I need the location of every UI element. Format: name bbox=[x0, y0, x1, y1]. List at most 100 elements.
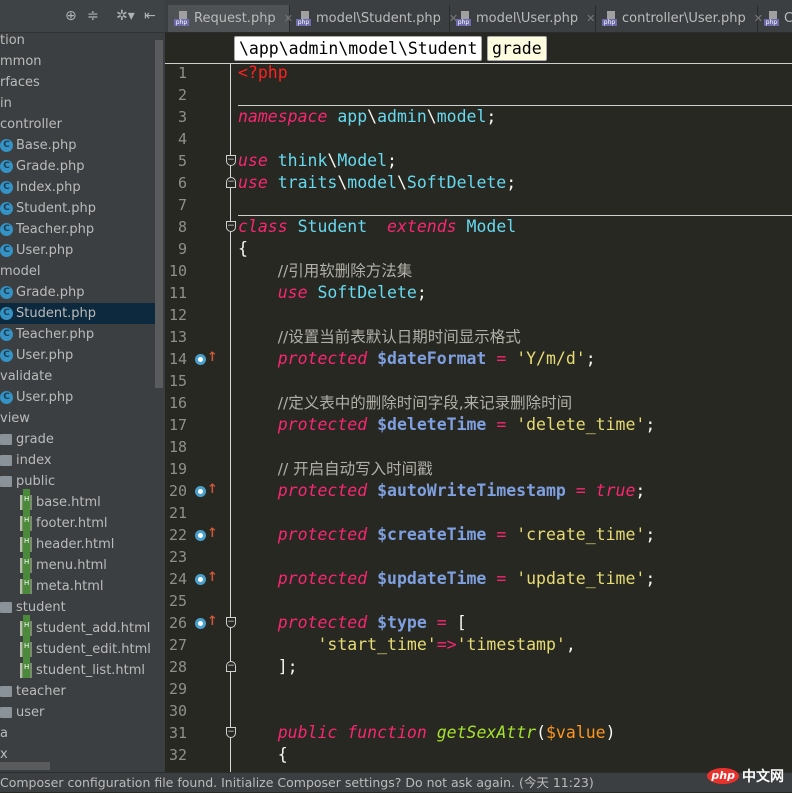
tab[interactable]: php C bbox=[758, 5, 792, 32]
tree-item[interactable]: controller bbox=[0, 114, 155, 135]
tab[interactable]: php model\User.php ✕ bbox=[450, 5, 596, 32]
tree-item[interactable]: validate bbox=[0, 366, 155, 387]
override-icon[interactable]: ↑ bbox=[195, 568, 218, 590]
sidebar-horizontal-scrollbar[interactable] bbox=[0, 762, 50, 770]
tree-item[interactable]: view bbox=[0, 408, 155, 429]
tree-item-label: Student.php bbox=[16, 201, 97, 216]
tree-item[interactable]: C Student.php bbox=[0, 198, 155, 219]
php-class-icon: C bbox=[0, 181, 13, 194]
php-file-icon: php bbox=[602, 11, 617, 26]
code-token: ; bbox=[585, 349, 596, 368]
fold-marker-icon[interactable]: − bbox=[226, 177, 236, 188]
tree-item[interactable]: meta.html bbox=[0, 573, 155, 597]
tree-item-label: Teacher.php bbox=[16, 327, 95, 342]
sidebar-scrollbar[interactable] bbox=[155, 40, 163, 388]
tree-item[interactable]: teacher bbox=[0, 681, 155, 702]
code-token: true bbox=[595, 481, 636, 500]
tree-item[interactable]: C Teacher.php bbox=[0, 324, 155, 345]
code-token: 'create_time' bbox=[516, 525, 646, 544]
tree-item[interactable]: tion bbox=[0, 30, 155, 51]
code-token: ( bbox=[536, 723, 546, 742]
override-icon[interactable]: ↑ bbox=[195, 524, 218, 546]
tree-item[interactable]: grade bbox=[0, 429, 155, 450]
close-icon[interactable]: ✕ bbox=[586, 12, 595, 25]
tree-item[interactable]: C Grade.php bbox=[0, 282, 155, 303]
tree-item-label: student_list.html bbox=[36, 663, 146, 678]
gear-icon[interactable]: ✲▾ bbox=[116, 8, 135, 24]
code-token: $autoWriteTimestamp bbox=[377, 481, 566, 500]
override-icon[interactable]: ↑ bbox=[195, 480, 218, 502]
tree-item[interactable]: in bbox=[0, 93, 155, 114]
tree-item-label: User.php bbox=[16, 348, 74, 363]
code-token: 'update_time' bbox=[516, 569, 646, 588]
tree-item[interactable]: C Index.php bbox=[0, 177, 155, 198]
line-number: 13 bbox=[168, 328, 187, 346]
fold-marker-icon[interactable]: − bbox=[226, 155, 236, 166]
line-number: 9 bbox=[177, 240, 187, 258]
fold-marker-icon[interactable]: − bbox=[226, 221, 236, 232]
tree-item[interactable]: C User.php bbox=[0, 387, 155, 408]
line-number: 2 bbox=[177, 86, 187, 104]
project-toolbar: ⊕ ≑ ✲▾ ⇤ bbox=[0, 0, 165, 33]
collapse-icon[interactable]: ≑ bbox=[87, 8, 99, 24]
code-token: protected bbox=[277, 613, 368, 632]
code-line: { bbox=[238, 238, 248, 260]
tab[interactable]: php controller\User.php ✕ bbox=[596, 5, 763, 32]
tree-item[interactable]: C Teacher.php bbox=[0, 219, 155, 240]
override-icon[interactable]: ↑ bbox=[195, 612, 218, 634]
php-class-icon: C bbox=[0, 202, 13, 215]
code-token: $dateFormat bbox=[377, 349, 487, 368]
tree-item[interactable]: user bbox=[0, 702, 155, 723]
code-token: //定义表中的删除时间字段,来记录删除时间 bbox=[277, 394, 573, 412]
fold-marker-icon[interactable]: − bbox=[226, 617, 236, 628]
tree-item[interactable]: model bbox=[0, 261, 155, 282]
line-number: 3 bbox=[177, 108, 187, 126]
locate-icon[interactable]: ⊕ bbox=[65, 8, 77, 24]
tree-item[interactable]: C User.php bbox=[0, 345, 155, 366]
tree-item[interactable]: C Student.php bbox=[0, 303, 155, 324]
tree-item-label: footer.html bbox=[36, 516, 108, 531]
code-editor[interactable]: <?php namespace app\admin\model; use think… bbox=[238, 64, 792, 772]
tree-item[interactable]: C Base.php bbox=[0, 135, 155, 156]
fold-marker-icon[interactable]: − bbox=[226, 727, 236, 738]
tab[interactable]: php Request.php ✕ bbox=[168, 5, 293, 32]
line-number: 17 bbox=[168, 416, 187, 434]
tree-item-label: grade bbox=[16, 432, 54, 447]
code-line: protected $createTime = 'create_time'; bbox=[238, 524, 656, 546]
code-line: //引用软删除方法集 bbox=[238, 260, 412, 282]
html-file-icon bbox=[20, 510, 32, 531]
tree-item[interactable]: rfaces bbox=[0, 72, 155, 93]
code-token: => bbox=[436, 635, 457, 654]
tab-label: controller\User.php bbox=[622, 11, 746, 26]
status-message[interactable]: Composer configuration file found. Initi… bbox=[0, 775, 594, 790]
tree-item[interactable]: a bbox=[0, 723, 155, 744]
tree-item[interactable]: mmon bbox=[0, 51, 155, 72]
breadcrumb-member[interactable]: grade bbox=[487, 36, 547, 61]
code-token: <?php bbox=[238, 64, 288, 82]
tree-item-label: meta.html bbox=[36, 579, 104, 594]
tab[interactable]: php model\Student.php ✕ bbox=[290, 5, 458, 32]
hide-icon[interactable]: ⇤ bbox=[144, 8, 156, 24]
override-icon[interactable]: ↑ bbox=[195, 348, 218, 370]
line-number: 15 bbox=[168, 372, 187, 390]
tree-item[interactable]: index bbox=[0, 450, 155, 471]
fold-marker-icon[interactable]: − bbox=[226, 661, 236, 672]
tree-item[interactable]: C Grade.php bbox=[0, 156, 155, 177]
tree-item[interactable]: student_list.html bbox=[0, 657, 155, 681]
breadcrumb-class[interactable]: \app\admin\model\Student bbox=[234, 36, 483, 61]
html-file-icon bbox=[20, 489, 32, 510]
tree-item[interactable]: C User.php bbox=[0, 240, 155, 261]
